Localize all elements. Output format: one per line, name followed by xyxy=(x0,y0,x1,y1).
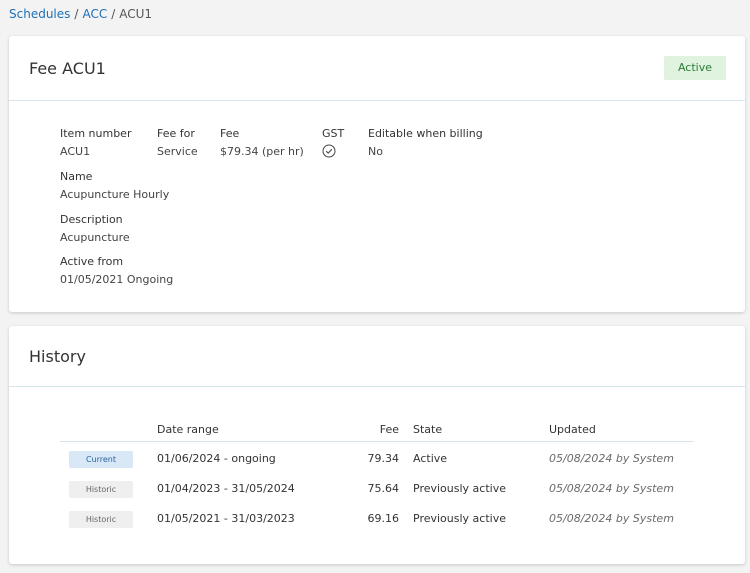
column-header-updated: Updated xyxy=(549,423,596,436)
divider xyxy=(9,100,745,101)
cell-date-range: 01/06/2024 - ongoing xyxy=(157,452,276,465)
history-card: History Date range Fee State Updated Cur… xyxy=(9,326,745,564)
field-name: Name Acupuncture Hourly xyxy=(60,170,169,202)
cell-date-range: 01/05/2021 - 31/03/2023 xyxy=(157,512,295,525)
row-badge-cell: Historic xyxy=(69,480,133,498)
table-row: Historic 01/04/2023 - 31/05/2024 75.64 P… xyxy=(60,472,694,502)
field-label: Editable when billing xyxy=(368,127,483,140)
field-value: ACU1 xyxy=(60,145,91,158)
divider xyxy=(9,386,745,387)
field-value: Acupuncture Hourly xyxy=(60,188,170,201)
fee-details-card: Fee ACU1 Active Item number ACU1 Fee for… xyxy=(9,36,745,312)
status-badge: Active xyxy=(663,56,726,80)
field-value: 01/05/2021 Ongoing xyxy=(60,273,174,286)
field-description: Description Acupuncture xyxy=(60,213,130,245)
history-title: History xyxy=(29,347,86,366)
cell-updated: 05/08/2024 by System xyxy=(549,512,674,525)
field-label: Active from xyxy=(60,255,124,268)
field-label: GST xyxy=(322,127,345,140)
field-label: Name xyxy=(60,170,93,183)
cell-state: Previously active xyxy=(413,512,506,525)
column-header-fee: Fee xyxy=(379,423,399,436)
field-value: Acupuncture xyxy=(60,231,130,244)
cell-state: Previously active xyxy=(413,482,506,495)
field-value: No xyxy=(368,145,383,158)
cell-fee: 75.64 xyxy=(367,482,400,495)
table-row: Current 01/06/2024 - ongoing 79.34 Activ… xyxy=(60,442,694,472)
field-label: Fee for xyxy=(157,127,195,140)
cell-updated: 05/08/2024 by System xyxy=(549,482,674,495)
row-badge-cell: Historic xyxy=(69,510,133,528)
row-badge-cell: Current xyxy=(69,450,133,468)
column-header-state: State xyxy=(413,423,443,436)
table-row: Historic 01/05/2021 - 31/03/2023 69.16 P… xyxy=(60,502,694,532)
cell-updated: 05/08/2024 by System xyxy=(549,452,674,465)
field-value: $79.34 (per hr) xyxy=(220,145,304,158)
breadcrumb-separator: / xyxy=(74,7,79,21)
table-header-row: Date range Fee State Updated xyxy=(60,421,694,442)
field-item-number: Item number ACU1 xyxy=(60,127,131,159)
field-label: Item number xyxy=(60,127,132,140)
breadcrumb: Schedules / ACC / ACU1 xyxy=(9,7,152,21)
field-fee-for: Fee for Service xyxy=(157,127,198,159)
current-badge: Current xyxy=(69,451,133,468)
cell-date-range: 01/04/2023 - 31/05/2024 xyxy=(157,482,295,495)
page-title: Fee ACU1 xyxy=(29,59,106,78)
gst-value xyxy=(322,144,344,162)
field-active-from: Active from 01/05/2021 Ongoing xyxy=(60,255,173,287)
check-circle-icon xyxy=(322,144,336,158)
cell-fee: 79.34 xyxy=(367,452,400,465)
breadcrumb-separator: / xyxy=(111,7,116,21)
field-label: Fee xyxy=(220,127,240,140)
field-fee: Fee $79.34 (per hr) xyxy=(220,127,304,159)
cell-state: Active xyxy=(413,452,448,465)
field-label: Description xyxy=(60,213,123,226)
field-gst: GST xyxy=(322,127,344,162)
cell-fee: 69.16 xyxy=(367,512,400,525)
historic-badge: Historic xyxy=(69,511,133,528)
history-table: Date range Fee State Updated Current 01/… xyxy=(60,421,694,532)
breadcrumb-link-schedules[interactable]: Schedules xyxy=(9,7,70,21)
field-value: Service xyxy=(157,145,198,158)
historic-badge: Historic xyxy=(69,481,133,498)
breadcrumb-link-acc[interactable]: ACC xyxy=(82,7,107,21)
column-header-date-range: Date range xyxy=(157,423,219,436)
field-editable-when-billing: Editable when billing No xyxy=(368,127,483,159)
breadcrumb-current: ACU1 xyxy=(119,7,153,21)
